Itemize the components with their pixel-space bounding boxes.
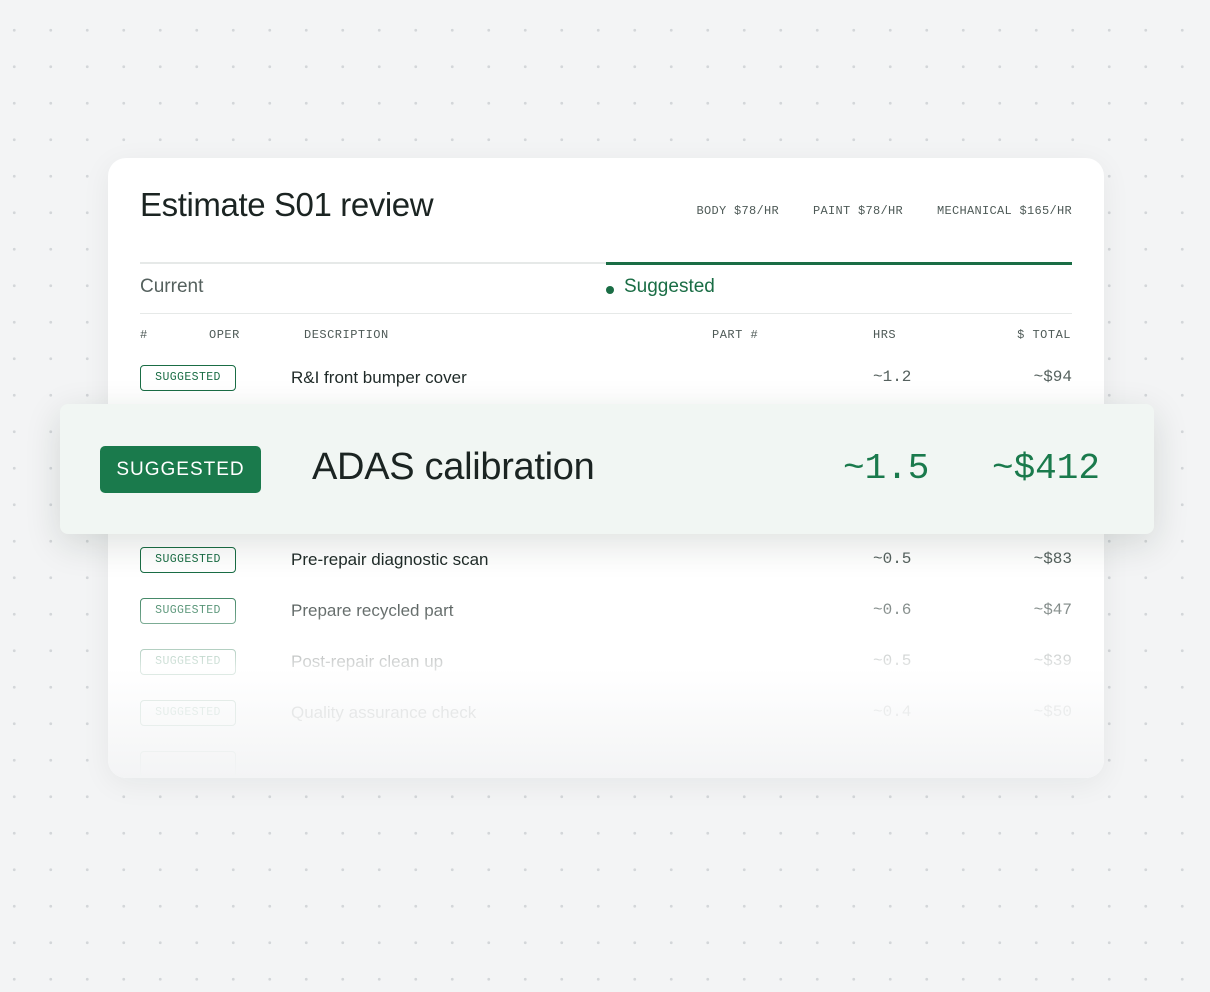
highlight-total: ~$412 — [991, 448, 1100, 489]
tab-bottom-divider — [140, 313, 1072, 314]
suggested-badge: SUGGESTED — [140, 598, 236, 624]
column-header-description: DESCRIPTION — [304, 328, 389, 342]
row-total: ~$47 — [1033, 601, 1072, 619]
table-row[interactable]: SUGGESTED Pre-repair diagnostic scan ~0.… — [140, 547, 1072, 575]
rate-mechanical: MECHANICAL $165/HR — [936, 204, 1072, 218]
column-header-total: $ TOTAL — [1017, 328, 1071, 342]
row-hours: ~0.4 — [873, 703, 912, 721]
table-row[interactable]: SUGGESTED R&I front bumper cover ~1.2 ~$… — [140, 365, 1072, 393]
row-hours: ~0.5 — [873, 652, 912, 670]
row-hours: ~1.2 — [873, 368, 912, 386]
highlight-hours: ~1.5 — [843, 448, 930, 489]
page-title: Estimate S01 review — [140, 186, 434, 223]
column-header-hrs: HRS — [873, 328, 897, 342]
labor-rates: BODY $78/HR PAINT $78/HR MECHANICAL $165… — [696, 204, 1072, 218]
row-total: ~$94 — [1033, 368, 1072, 386]
tab-suggested[interactable]: Suggested — [606, 262, 1072, 314]
suggested-badge-partial — [140, 751, 236, 777]
row-hours: ~0.5 — [873, 550, 912, 568]
row-description: Prepare recycled part — [291, 601, 454, 620]
suggested-badge: SUGGESTED — [140, 547, 236, 573]
active-dot-icon — [606, 286, 614, 294]
table-row-partial — [140, 751, 1072, 778]
row-hours: ~0.6 — [873, 601, 912, 619]
table-row[interactable]: SUGGESTED Quality assurance check ~0.4 ~… — [140, 700, 1072, 728]
tab-bar: Current Suggested — [140, 262, 1072, 314]
suggested-badge: SUGGESTED — [140, 700, 236, 726]
highlighted-row[interactable]: SUGGESTED ADAS calibration ~1.5 ~$412 — [60, 404, 1154, 534]
suggested-badge: SUGGESTED — [140, 649, 236, 675]
row-description: Quality assurance check — [291, 703, 477, 722]
suggested-badge-large: SUGGESTED — [100, 446, 261, 493]
highlight-description: ADAS calibration — [312, 446, 595, 488]
table-row[interactable]: SUGGESTED Prepare recycled part ~0.6 ~$4… — [140, 598, 1072, 626]
tab-suggested-label: Suggested — [624, 276, 715, 297]
row-total: ~$39 — [1033, 652, 1072, 670]
row-total: ~$83 — [1033, 550, 1072, 568]
column-header-number: # — [140, 328, 148, 342]
row-description: Post-repair clean up — [291, 652, 444, 671]
tab-current[interactable]: Current — [140, 276, 203, 298]
rate-paint: PAINT $78/HR — [812, 204, 903, 218]
row-description: R&I front bumper cover — [291, 368, 467, 387]
column-header-part: PART # — [712, 328, 759, 342]
suggested-badge: SUGGESTED — [140, 365, 236, 391]
row-total: ~$50 — [1033, 703, 1072, 721]
table-row[interactable]: SUGGESTED Post-repair clean up ~0.5 ~$39 — [140, 649, 1072, 677]
row-description: Pre-repair diagnostic scan — [291, 550, 489, 569]
rate-body: BODY $78/HR — [696, 204, 779, 218]
column-header-oper: OPER — [209, 328, 240, 342]
